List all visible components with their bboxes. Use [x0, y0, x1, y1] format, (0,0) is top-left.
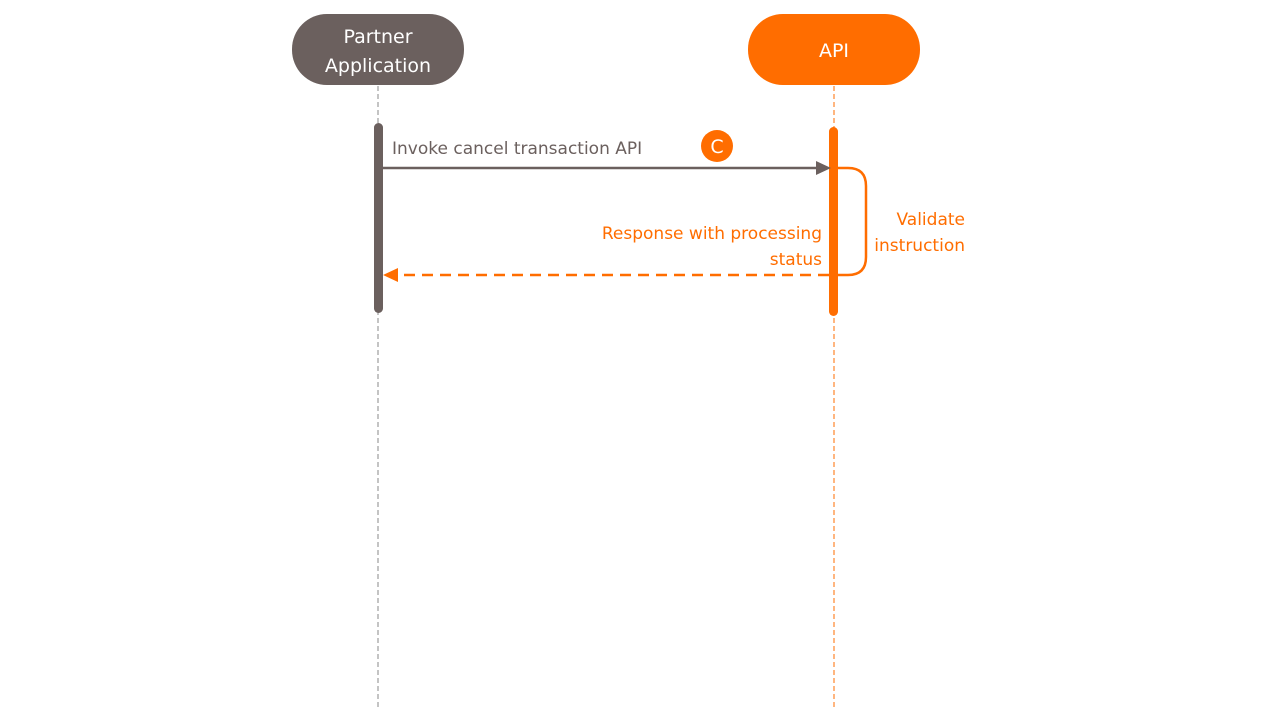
validate-label-line2: instruction	[874, 236, 965, 256]
request-label: Invoke cancel transaction API	[392, 139, 642, 159]
step-badge-letter: C	[710, 136, 723, 158]
response-arrowhead-icon	[383, 268, 398, 282]
partner-activation-bar	[374, 123, 383, 313]
actor-api-label: API	[819, 40, 849, 62]
sequence-diagram: Partner Application API Validate instruc…	[292, 14, 965, 710]
actor-api[interactable]: API	[748, 14, 920, 85]
step-badge: C	[701, 130, 733, 162]
actor-partner-application[interactable]: Partner Application	[292, 14, 464, 85]
response-label-line2: status	[770, 250, 822, 270]
actor-partner-label-line2: Application	[325, 55, 431, 77]
validate-bracket	[838, 166, 868, 277]
response-label-line1: Response with processing	[602, 224, 822, 244]
validate-label-line1: Validate	[896, 210, 965, 230]
api-activation-bar	[829, 127, 838, 316]
request-arrowhead-icon	[816, 161, 831, 175]
actor-partner-label-line1: Partner	[343, 26, 412, 48]
